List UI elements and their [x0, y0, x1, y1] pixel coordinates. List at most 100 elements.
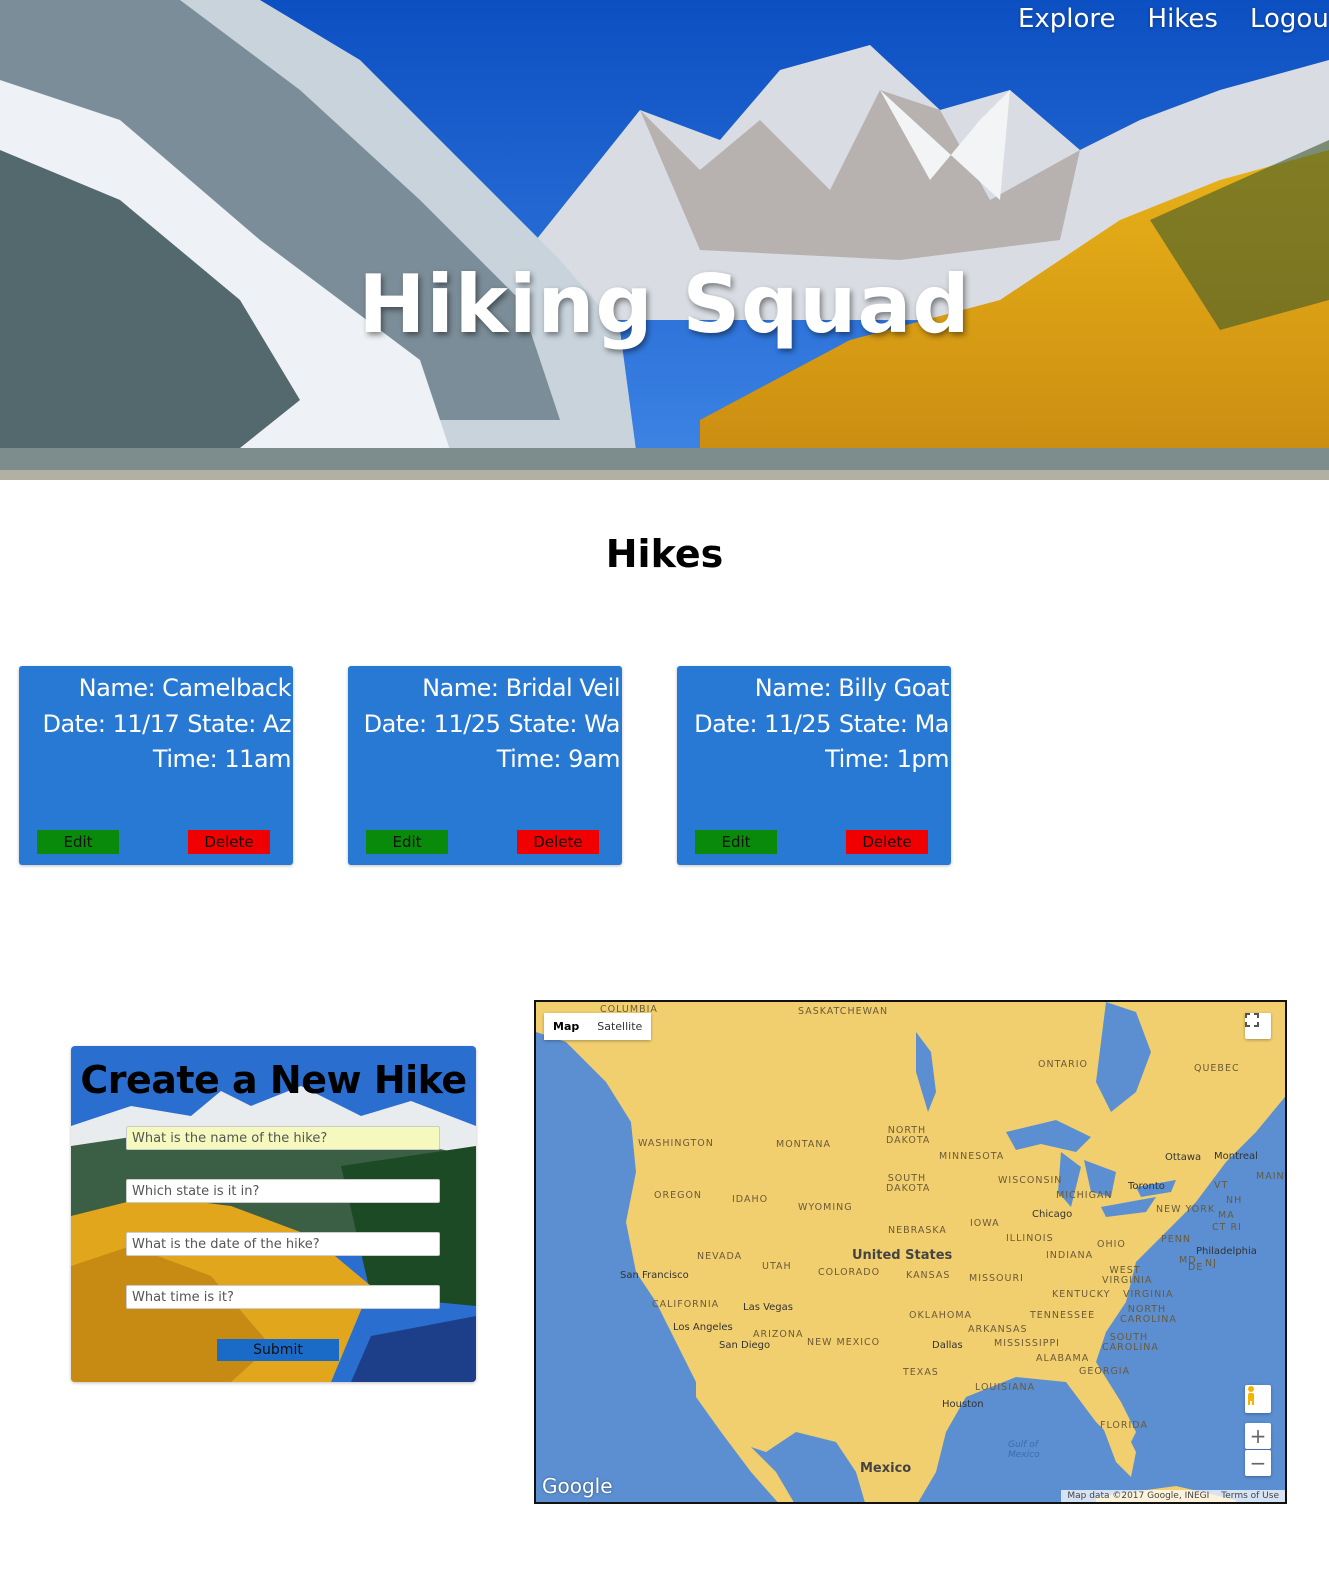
hero-banner: Explore Hikes Logout Hiking Squad [0, 0, 1329, 480]
nav-hikes-link[interactable]: Hikes [1148, 4, 1218, 34]
map-region-label: UTAH [762, 1261, 792, 1272]
map-attribution: Map data ©2017 Google, INEGI Terms of Use [1061, 1490, 1285, 1502]
map-region-label: MAINE [1256, 1171, 1285, 1182]
form-title: Create a New Hike [80, 1058, 467, 1102]
map-region-label: NEBRASKA [888, 1225, 947, 1236]
hike-state: State: Ma [838, 710, 950, 738]
top-navigation: Explore Hikes Logout [1018, 4, 1329, 34]
google-logo: Google [542, 1474, 613, 1498]
zoom-out-button[interactable]: − [1245, 1450, 1271, 1476]
create-hike-form: Create a New Hike Submit [71, 1046, 476, 1382]
hike-date-state: Date: 11/25 State: Wa [363, 710, 621, 738]
map-region-label: KENTUCKY [1052, 1289, 1111, 1300]
map-water-label: Gulf of Mexico [1008, 1440, 1040, 1460]
map-region-label: NH [1226, 1195, 1243, 1206]
map-region-label: ARIZONA [753, 1329, 804, 1340]
map-city-label: Philadelphia [1196, 1246, 1257, 1257]
map-region-label: SOUTH CAROLINA [1102, 1332, 1159, 1353]
map-region-label: ONTARIO [1038, 1059, 1089, 1070]
hike-time-input[interactable] [126, 1285, 440, 1309]
map-region-label: TEXAS [903, 1367, 939, 1378]
map-type-map-button[interactable]: Map [544, 1013, 589, 1040]
map-region-label: ARKANSAS [968, 1324, 1028, 1335]
map-region-label: NEVADA [697, 1251, 743, 1262]
map-region-label: IDAHO [732, 1194, 769, 1205]
hikes-heading: Hikes [605, 532, 724, 576]
zoom-in-button[interactable]: + [1245, 1423, 1271, 1449]
edit-button[interactable]: Edit [366, 830, 448, 854]
hike-name: Name: Billy Goat [754, 674, 950, 702]
map-type-control: Map Satellite [544, 1013, 652, 1040]
map-region-label: MISSISSIPPI [994, 1338, 1060, 1349]
submit-button[interactable]: Submit [217, 1339, 339, 1361]
terms-of-use-link[interactable]: Terms of Use [1221, 1491, 1279, 1501]
map-region-label: KANSAS [906, 1270, 951, 1281]
map-city-label: Toronto [1128, 1181, 1165, 1192]
mountain-landscape-image [0, 0, 1329, 480]
hike-date: Date: 11/25 [694, 710, 831, 738]
map-city-label: Chicago [1032, 1209, 1073, 1220]
map-region-label: MISSOURI [969, 1273, 1024, 1284]
map-region-label: GEORGIA [1079, 1366, 1131, 1377]
map-region-label: WISCONSIN [998, 1175, 1063, 1186]
map-region-label: NEW YORK [1156, 1204, 1216, 1215]
map-city-label: San Diego [719, 1340, 771, 1351]
map-region-label: CT RI [1212, 1222, 1242, 1233]
map-type-satellite-button[interactable]: Satellite [588, 1013, 652, 1040]
map-region-label: SASKATCHEWAN [798, 1006, 889, 1017]
google-map[interactable]: COLUMBIA SASKATCHEWAN ONTARIO QUEBEC WAS… [534, 1000, 1287, 1504]
map-region-label: VT [1214, 1180, 1229, 1191]
hike-state: State: Wa [508, 710, 620, 738]
hike-time: Time: 1pm [825, 745, 949, 773]
map-region-label: MA [1218, 1210, 1235, 1221]
map-region-label: CALIFORNIA [652, 1299, 720, 1310]
hike-time: Time: 9am [496, 745, 621, 773]
hike-card: Name: Billy Goat Date: 11/25 State: Ma Ti… [677, 666, 951, 865]
map-region-label: PENN [1161, 1234, 1191, 1245]
map-region-label: VIRGINIA [1123, 1289, 1174, 1300]
map-region-label: NORTH DAKOTA [886, 1125, 931, 1146]
map-region-label: QUEBEC [1194, 1063, 1240, 1074]
map-city-label: Montreal [1214, 1151, 1258, 1162]
hike-name-input[interactable] [126, 1126, 440, 1150]
delete-button[interactable]: Delete [846, 830, 928, 854]
map-data-credit: Map data ©2017 Google, INEGI [1067, 1491, 1210, 1501]
map-region-label: TENNESSEE [1030, 1310, 1096, 1321]
hike-date: Date: 11/25 [363, 710, 501, 738]
map-region-label: NEW MEXICO [807, 1337, 881, 1348]
map-region-label: WEST VIRGINIA [1102, 1265, 1153, 1286]
map-region-label: INDIANA [1046, 1250, 1094, 1261]
hike-name: Name: Camelback [78, 674, 292, 702]
map-region-label: OKLAHOMA [909, 1310, 973, 1321]
delete-button[interactable]: Delete [188, 830, 270, 854]
hike-time: Time: 11am [152, 745, 292, 773]
map-region-label: LOUISIANA [975, 1382, 1036, 1393]
map-city-label: San Francisco [620, 1270, 689, 1281]
map-region-label: WASHINGTON [638, 1138, 714, 1149]
map-city-label: Ottawa [1165, 1152, 1202, 1163]
map-region-label: MICHIGAN [1056, 1190, 1113, 1201]
map-country-label: United States [852, 1248, 953, 1263]
edit-button[interactable]: Edit [37, 830, 119, 854]
map-region-label: ALABAMA [1036, 1353, 1090, 1364]
map-region-label: COLORADO [818, 1267, 881, 1278]
map-region-label: DE [1188, 1262, 1204, 1273]
map-region-label: FLORIDA [1100, 1420, 1148, 1431]
map-city-label: Dallas [932, 1340, 963, 1351]
map-city-label: Houston [942, 1399, 984, 1410]
nav-explore-link[interactable]: Explore [1018, 4, 1116, 34]
site-title: Hiking Squad [358, 258, 971, 351]
map-region-label: MONTANA [776, 1139, 831, 1150]
edit-button[interactable]: Edit [695, 830, 777, 854]
hike-state-input[interactable] [126, 1179, 440, 1203]
map-country-label: Mexico [860, 1461, 912, 1476]
pegman-icon[interactable] [1245, 1385, 1271, 1413]
delete-button[interactable]: Delete [517, 830, 599, 854]
hike-name: Name: Bridal Veil [422, 674, 620, 702]
map-region-label: SOUTH DAKOTA [886, 1173, 931, 1194]
nav-logout-link[interactable]: Logout [1250, 4, 1329, 34]
map-city-label: Las Vegas [743, 1302, 793, 1313]
map-region-label: WYOMING [798, 1202, 853, 1213]
fullscreen-icon[interactable] [1245, 1013, 1271, 1039]
hike-date-input[interactable] [126, 1232, 440, 1256]
